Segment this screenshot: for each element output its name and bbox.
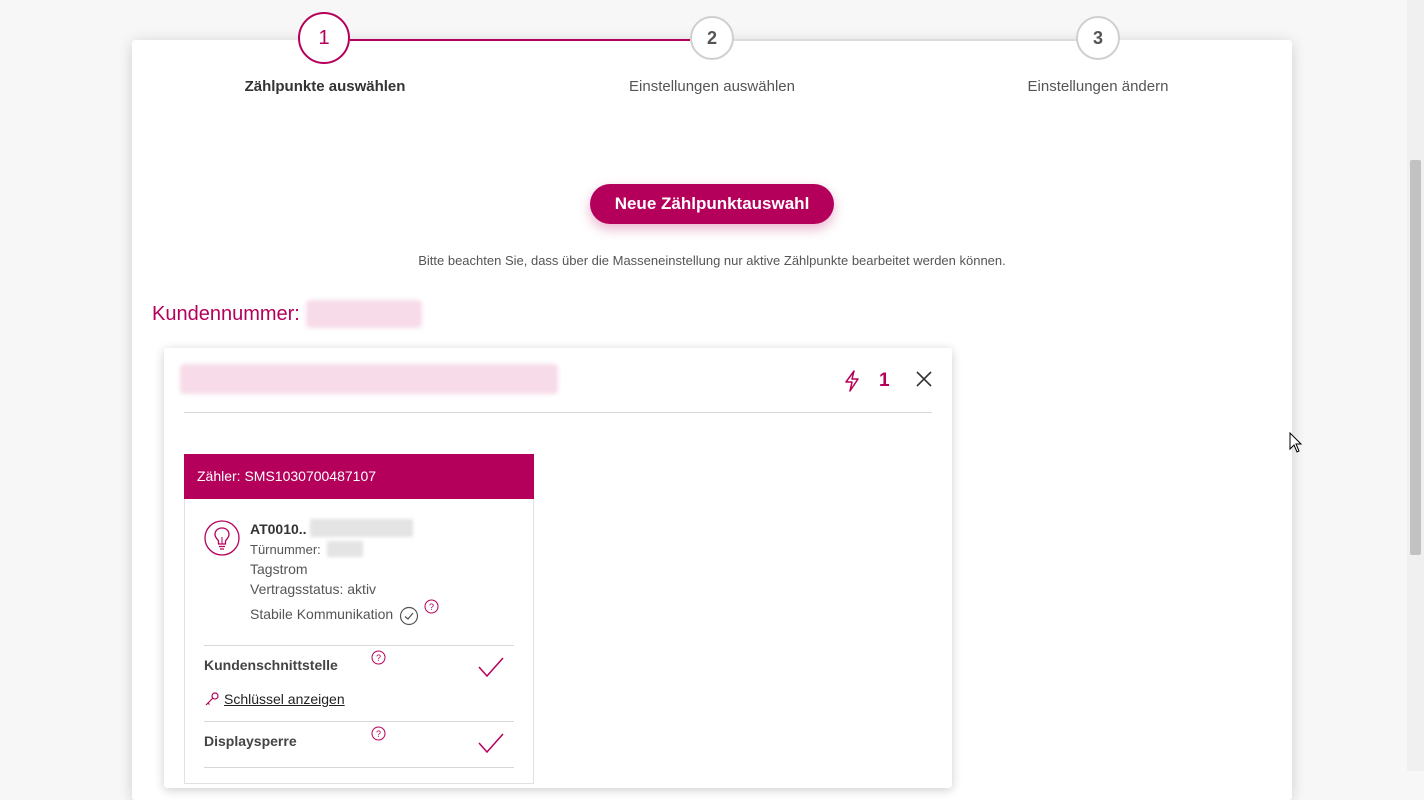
meter-point-id-redacted [310, 519, 413, 537]
svg-text:?: ? [429, 602, 434, 612]
step-3-label: Einstellungen ändern [1027, 78, 1169, 95]
customer-number-redacted [306, 300, 422, 328]
show-key-label: Schlüssel anzeigen [224, 691, 345, 707]
door-number-label: Türnummer: [250, 542, 321, 557]
step-3-circle[interactable]: 3 [1076, 16, 1120, 60]
svg-text:?: ? [376, 729, 381, 739]
stepper-remaining-line [734, 39, 1077, 41]
page-scrollbar[interactable] [1407, 0, 1424, 771]
meter-count: 1 [879, 370, 890, 391]
communication-status-text: Stabile Kommunikation [250, 606, 394, 622]
step-1-label: Zählpunkte auswählen [244, 78, 406, 95]
display-lock-checkmark-icon [477, 732, 505, 759]
close-icon[interactable] [915, 370, 933, 393]
stepper-progress-line [350, 39, 690, 41]
new-selection-button[interactable]: Neue Zählpunktauswahl [590, 184, 834, 224]
mouse-cursor-icon [1289, 431, 1303, 459]
step-2-circle[interactable]: 2 [690, 16, 734, 60]
key-icon [205, 692, 219, 706]
show-key-link[interactable]: Schlüssel anzeigen [204, 691, 345, 707]
feature-divider [204, 767, 514, 768]
svg-text:?: ? [376, 653, 381, 663]
bolt-icon [843, 370, 861, 397]
customer-number-label: Kundennummer: [152, 303, 300, 325]
feature-label-customer-interface: Kundenschnittstelle [204, 657, 338, 673]
customer-interface-checkmark-icon [477, 656, 505, 683]
feature-label-display-lock: Displaysperre [204, 733, 297, 749]
contract-status-text: Vertragsstatus: aktiv [250, 581, 377, 597]
communication-help-icon[interactable]: ? [424, 599, 439, 619]
panel-title-redacted [180, 364, 558, 394]
display-lock-help-icon[interactable]: ? [371, 726, 386, 746]
panel-divider [184, 412, 932, 413]
feature-divider [204, 721, 514, 722]
scrollbar-thumb[interactable] [1410, 160, 1421, 555]
hint-text: Bitte beachten Sie, dass über die Massen… [418, 253, 1006, 268]
step-2-label: Einstellungen auswählen [629, 78, 795, 95]
meter-card-header: Zähler: SMS1030700487107 [184, 454, 534, 499]
door-number-redacted [327, 541, 363, 557]
check-circle-icon [399, 606, 419, 631]
step-1-circle[interactable]: 1 [298, 12, 350, 64]
feature-divider [204, 645, 514, 646]
tariff-text: Tagstrom [250, 561, 308, 577]
lightbulb-icon [204, 520, 240, 561]
meter-point-id: AT0010.. [250, 521, 307, 537]
customer-interface-help-icon[interactable]: ? [371, 650, 386, 670]
